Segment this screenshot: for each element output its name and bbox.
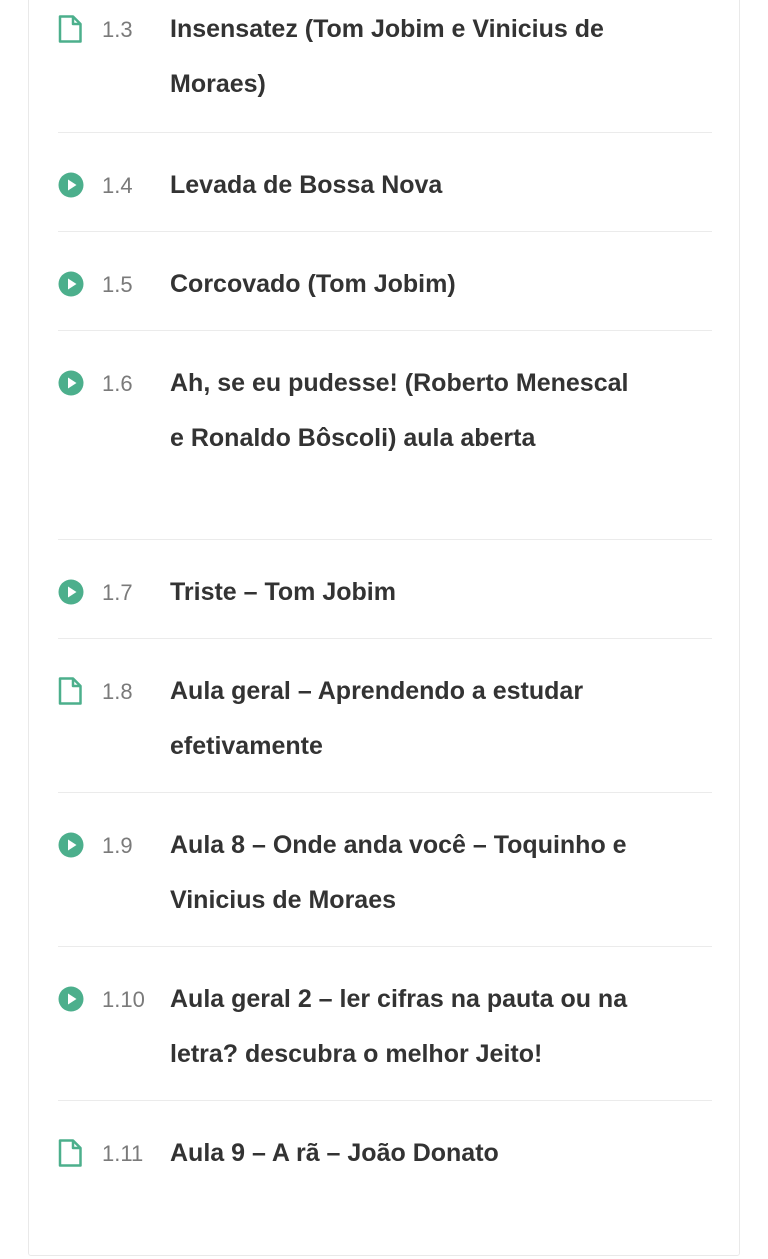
play-icon — [58, 369, 84, 397]
lesson-number: 1.4 — [102, 173, 133, 198]
lesson-title[interactable]: Aula 8 – Onde anda você – Toquinho e Vin… — [170, 818, 640, 928]
lesson-number: 1.10 — [102, 987, 145, 1012]
play-icon — [58, 831, 84, 859]
lesson-item[interactable]: 1.6 Ah, se eu pudesse! (Roberto Menescal… — [58, 331, 712, 540]
lesson-title[interactable]: Levada de Bossa Nova — [170, 158, 640, 213]
lesson-item[interactable]: 1.3 Insensatez (Tom Jobim e Vinicius de … — [58, 0, 712, 133]
lesson-title[interactable]: Ah, se eu pudesse! (Roberto Menescal e R… — [170, 356, 640, 466]
lesson-title[interactable]: Insensatez (Tom Jobim e Vinicius de Mora… — [170, 2, 640, 112]
lesson-item[interactable]: 1.10 Aula geral 2 – ler cifras na pauta … — [58, 947, 712, 1101]
lesson-item[interactable]: 1.11 Aula 9 – A rã – João Donato — [58, 1101, 712, 1200]
lesson-title[interactable]: Aula geral 2 – ler cifras na pauta ou na… — [170, 972, 640, 1082]
lesson-number: 1.5 — [102, 272, 133, 297]
play-icon — [58, 578, 84, 606]
lesson-item[interactable]: 1.5 Corcovado (Tom Jobim) — [58, 232, 712, 331]
lesson-title[interactable]: Aula geral – Aprendendo a estudar efetiv… — [170, 664, 640, 774]
lesson-item[interactable]: 1.9 Aula 8 – Onde anda você – Toquinho e… — [58, 793, 712, 947]
document-icon — [58, 677, 84, 705]
play-icon — [58, 985, 84, 1013]
lesson-title[interactable]: Corcovado (Tom Jobim) — [170, 257, 640, 312]
lesson-number: 1.11 — [102, 1141, 144, 1166]
document-icon — [58, 1139, 84, 1167]
lesson-number: 1.8 — [102, 679, 133, 704]
lesson-number: 1.9 — [102, 833, 133, 858]
lesson-item[interactable]: 1.8 Aula geral – Aprendendo a estudar ef… — [58, 639, 712, 793]
lesson-title[interactable]: Aula 9 – A rã – João Donato — [170, 1126, 640, 1181]
lesson-title[interactable]: Triste – Tom Jobim — [170, 565, 640, 620]
lesson-number: 1.3 — [102, 17, 133, 42]
document-icon — [58, 15, 84, 43]
play-icon — [58, 270, 84, 298]
play-icon — [58, 171, 84, 199]
lesson-item[interactable]: 1.4 Levada de Bossa Nova — [58, 133, 712, 232]
lesson-number: 1.7 — [102, 580, 133, 605]
lesson-item[interactable]: 1.7 Triste – Tom Jobim — [58, 540, 712, 639]
lesson-number: 1.6 — [102, 371, 133, 396]
lesson-list: 1.3 Insensatez (Tom Jobim e Vinicius de … — [58, 0, 712, 1200]
